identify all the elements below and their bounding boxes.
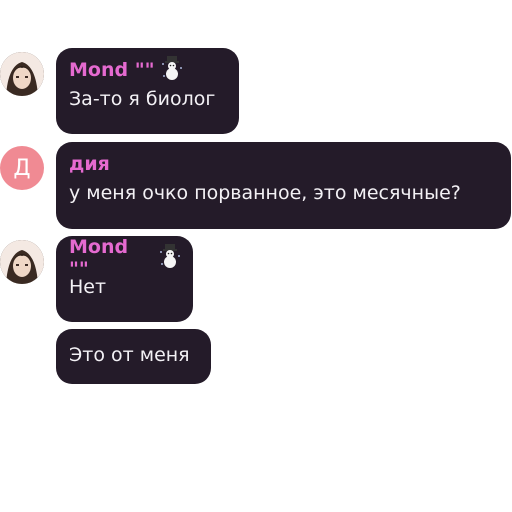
- user-avatar-mond[interactable]: [0, 52, 44, 96]
- anime-character-avatar-icon: [0, 240, 44, 284]
- message-text: За-то я биолог: [69, 88, 216, 110]
- message-bubble[interactable]: дия у меня очко порванное, это месячные?: [56, 142, 511, 229]
- anime-character-avatar-icon: [0, 52, 44, 96]
- user-avatar-diya[interactable]: Д: [0, 146, 44, 190]
- message-bubble[interactable]: Это от меня: [56, 329, 211, 384]
- author-name-text: дия: [69, 153, 110, 175]
- avatar-letter: Д: [13, 155, 31, 181]
- message-text: Это от меня: [69, 344, 190, 366]
- author-name[interactable]: дия: [69, 152, 499, 176]
- message-bubble[interactable]: Mond "" За-то я биолог: [56, 48, 239, 134]
- author-name[interactable]: Mond "": [69, 55, 227, 85]
- author-name[interactable]: Mond "": [69, 236, 181, 280]
- author-name-text: Mond "": [69, 59, 155, 81]
- message-bubble[interactable]: Mond "" Нет: [56, 236, 193, 322]
- snowman-icon: [159, 243, 181, 273]
- chat-view: Mond "" За-то я биолог Д дия у меня очко…: [0, 0, 512, 512]
- message-text: у меня очко порванное, это месячные?: [69, 182, 461, 204]
- snowman-icon: [161, 55, 183, 85]
- user-avatar-mond[interactable]: [0, 240, 44, 284]
